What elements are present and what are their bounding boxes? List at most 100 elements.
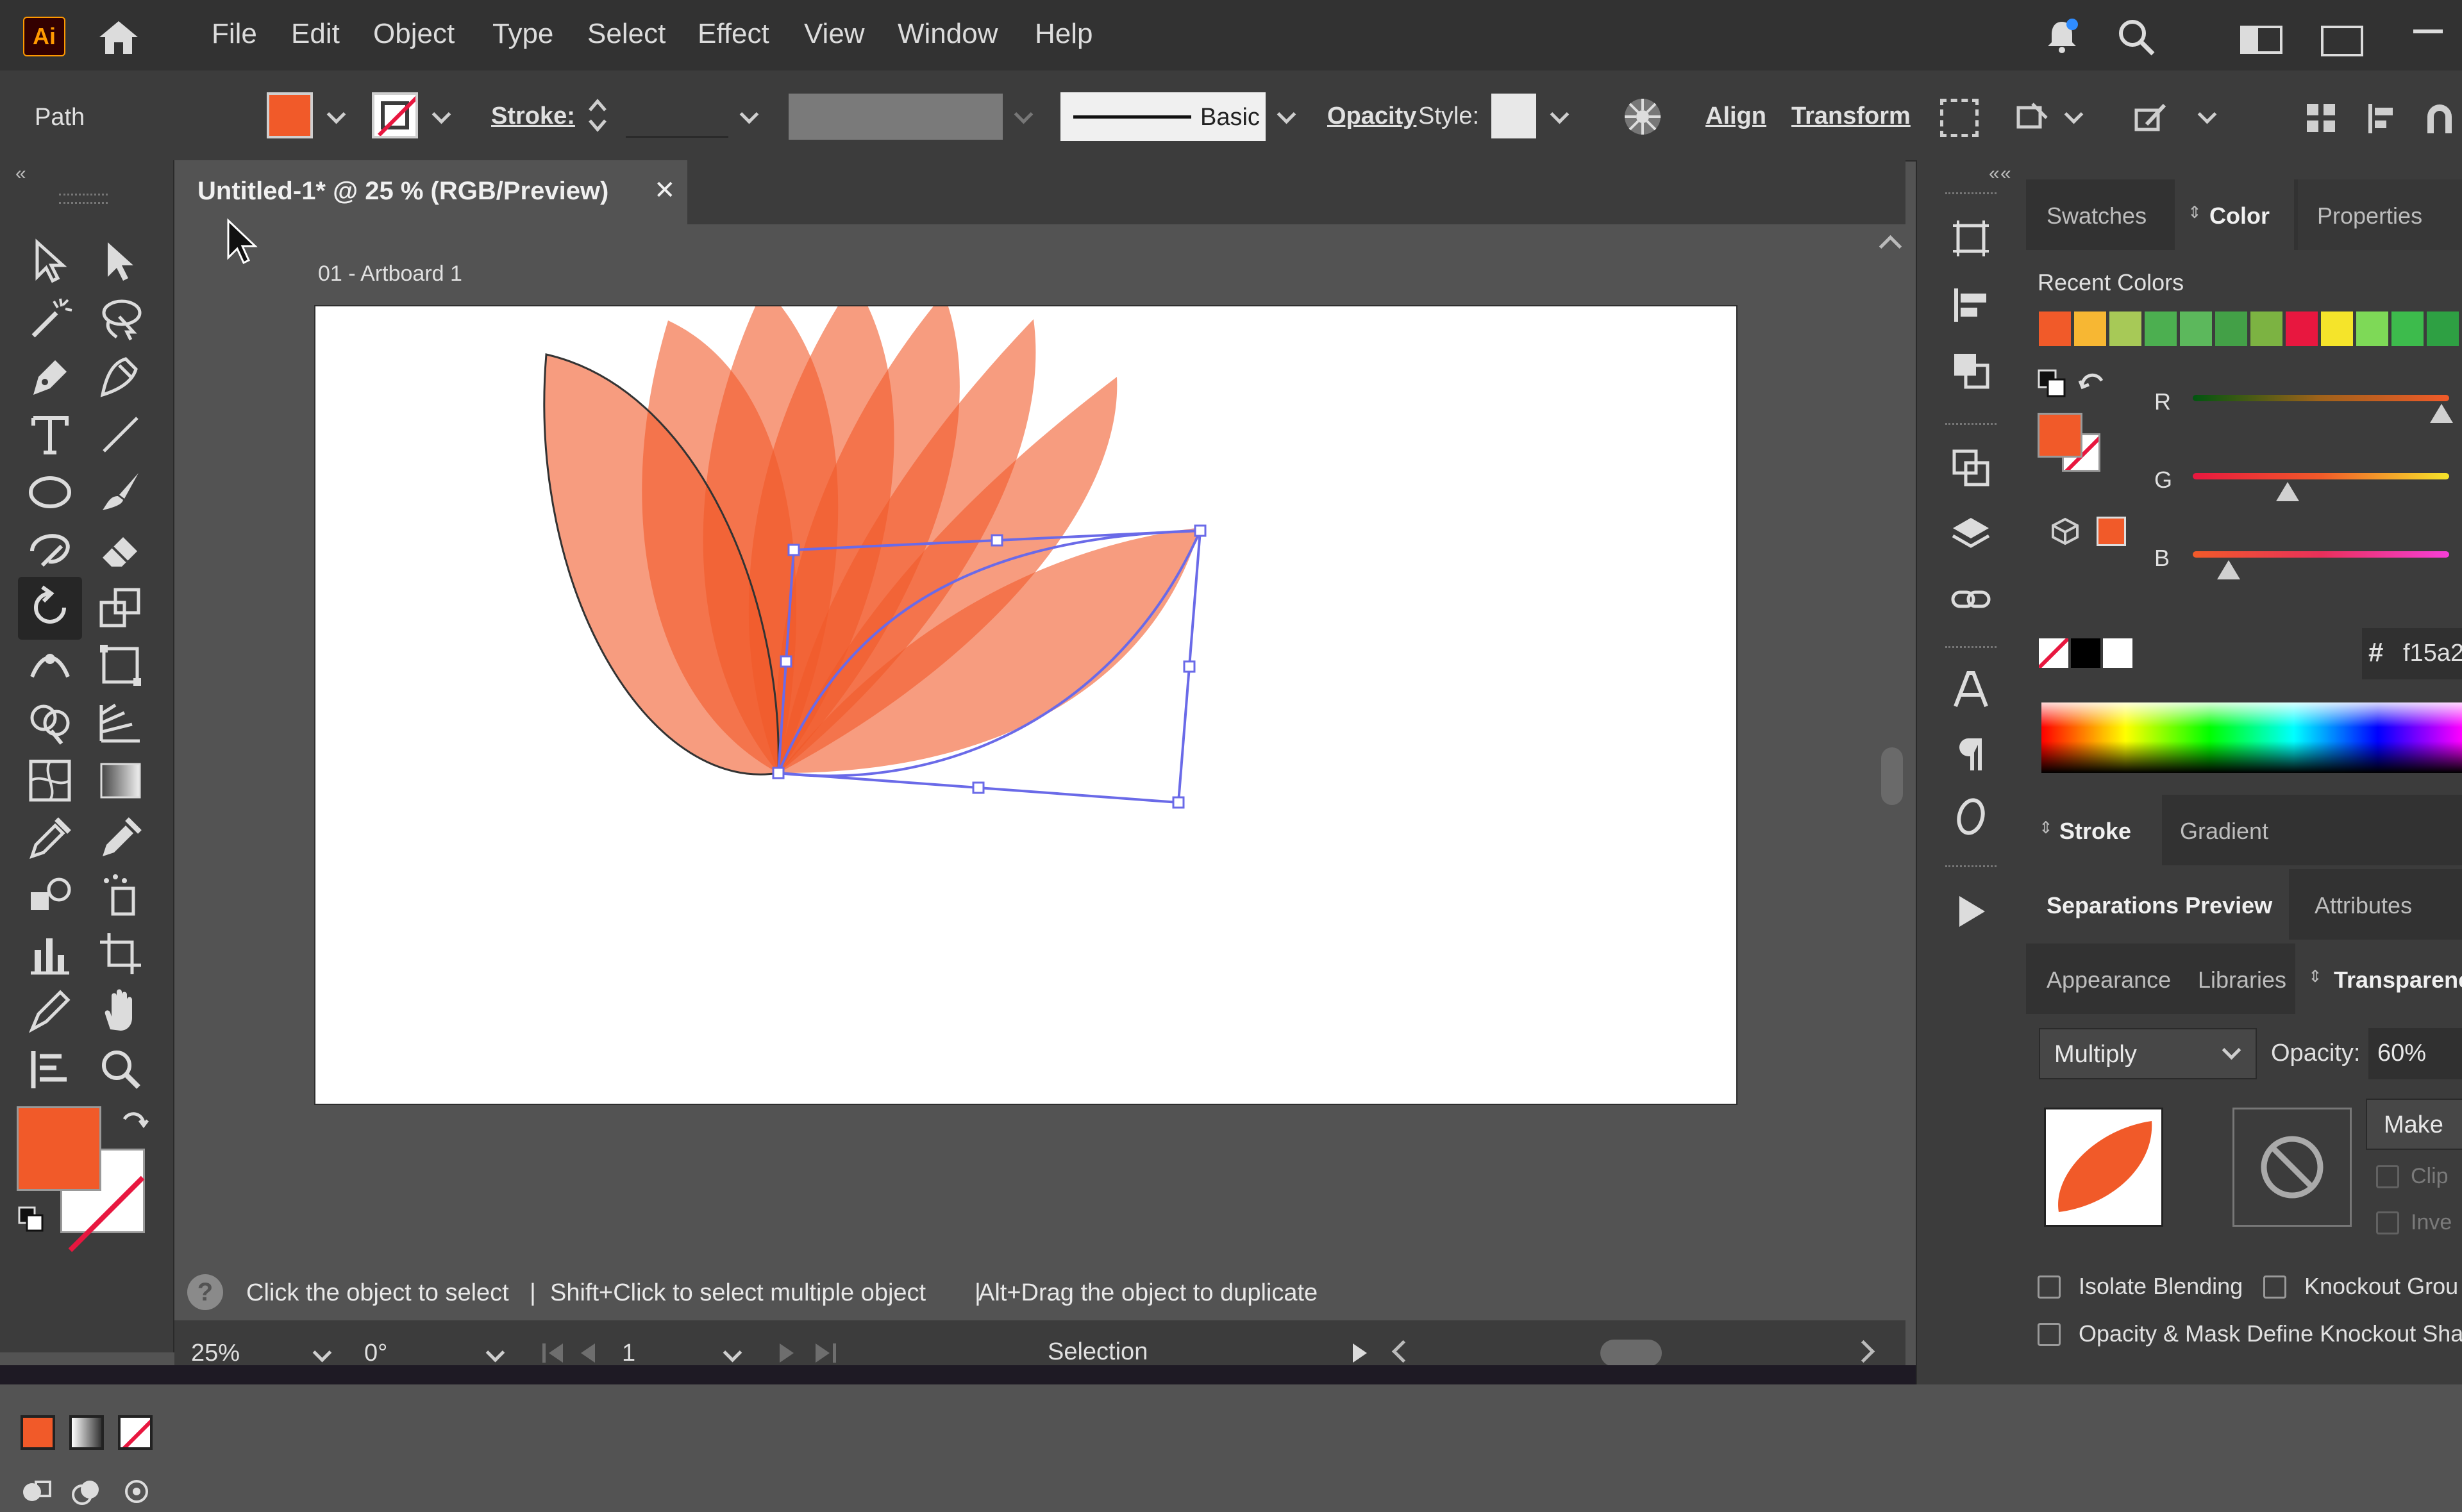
object-thumbnail[interactable]: [2044, 1108, 2163, 1227]
recent-color-swatch[interactable]: [2356, 312, 2388, 346]
r-slider-thumb[interactable]: [2430, 404, 2453, 423]
collapse-panel-icon[interactable]: «: [2000, 163, 2011, 185]
drawing-mode-icon[interactable]: [19, 1474, 54, 1509]
scroll-right-icon[interactable]: [1852, 1340, 1875, 1363]
stroke-weight-field[interactable]: [626, 94, 728, 138]
tab-gradient[interactable]: Gradient: [2180, 818, 2268, 845]
pathfinder-panel-icon[interactable]: [1950, 350, 1991, 391]
scale-tool-icon[interactable]: [94, 581, 147, 635]
none-color-swatch[interactable]: [2039, 638, 2068, 668]
rotate-tool-icon[interactable]: [23, 581, 77, 635]
stroke-label[interactable]: Stroke:: [491, 103, 575, 130]
artboard-tool-icon[interactable]: [94, 927, 147, 981]
type-tool-icon[interactable]: [23, 408, 77, 461]
edit-toolbar-icon[interactable]: [23, 1042, 77, 1096]
artboard[interactable]: [315, 306, 1736, 1104]
style-chevron-icon[interactable]: [1548, 104, 1573, 129]
distribute-icon[interactable]: [2304, 101, 2339, 136]
bell-icon[interactable]: [2043, 17, 2081, 55]
horizontal-scroll-thumb[interactable]: [1600, 1340, 1662, 1367]
shaper-tool-icon[interactable]: [23, 523, 77, 577]
zoom-tool-icon[interactable]: [94, 1042, 147, 1096]
recent-color-swatch[interactable]: [2039, 312, 2071, 346]
slice-tool-icon[interactable]: [23, 984, 77, 1038]
vertical-scroll-thumb[interactable]: [1881, 747, 1903, 805]
white-color-swatch[interactable]: [2103, 638, 2132, 668]
vertical-scrollbar[interactable]: [1879, 224, 1905, 1327]
collapse-toolbar-icon[interactable]: «: [15, 163, 26, 185]
last-artboard-icon[interactable]: [812, 1342, 837, 1364]
stroke-weight-stepper[interactable]: [585, 92, 610, 138]
opacity-link[interactable]: Opacity: [1327, 103, 1416, 130]
transform-link[interactable]: Transform: [1791, 103, 1911, 130]
dock-grip[interactable]: [1945, 192, 1997, 201]
previous-artboard-icon[interactable]: [578, 1342, 598, 1364]
tab-transparency[interactable]: Transparenc: [2334, 967, 2462, 993]
profile-chevron-icon[interactable]: [1012, 104, 1037, 129]
paintbrush-tool-icon[interactable]: [94, 465, 147, 519]
lasso-tool-icon[interactable]: [94, 292, 147, 346]
menu-type[interactable]: Type: [492, 18, 553, 50]
eyedropper-tool-icon[interactable]: [23, 811, 77, 865]
tab-properties[interactable]: Properties: [2317, 203, 2422, 229]
panel-default-colors-icon[interactable]: [2036, 368, 2067, 399]
column-graph-tool-icon[interactable]: [23, 927, 77, 981]
lotus-artwork[interactable]: [315, 306, 1736, 1104]
actions-panel-icon[interactable]: [1950, 891, 1991, 932]
recent-color-swatch[interactable]: [2250, 312, 2282, 346]
selection-tool-icon[interactable]: [23, 235, 77, 288]
out-of-web-color-icon[interactable]: [2050, 517, 2080, 546]
first-artboard-icon[interactable]: [541, 1342, 567, 1364]
g-slider-track[interactable]: [2193, 473, 2449, 479]
current-tool-name[interactable]: Selection: [1048, 1338, 1148, 1366]
align-link[interactable]: Align: [1705, 103, 1766, 130]
document-tab[interactable]: Untitled-1* @ 25 % (RGB/Preview) ✕: [174, 160, 687, 224]
workspace-icon[interactable]: [2321, 26, 2363, 56]
tab-attributes[interactable]: Attributes: [2315, 892, 2412, 919]
eyedropper-alt-tool-icon[interactable]: [94, 811, 147, 865]
artboard-chevron-icon[interactable]: [721, 1342, 746, 1368]
menu-object[interactable]: Object: [373, 18, 455, 50]
recent-color-swatch[interactable]: [2391, 312, 2424, 346]
menu-edit[interactable]: Edit: [291, 18, 340, 50]
tab-libraries[interactable]: Libraries: [2198, 967, 2286, 993]
hex-field[interactable]: # f15a2: [2362, 628, 2462, 679]
stroke-dropdown-chevron-icon[interactable]: [430, 104, 455, 129]
minimize-icon[interactable]: [2413, 29, 2443, 33]
menu-select[interactable]: Select: [587, 18, 666, 50]
align-left-edges-icon[interactable]: [2366, 101, 2400, 136]
gradient-tool-icon[interactable]: [94, 754, 147, 808]
links-panel-icon[interactable]: [1950, 579, 1991, 620]
blend-mode-select[interactable]: Multiply: [2039, 1028, 2257, 1079]
menu-view[interactable]: View: [804, 18, 865, 50]
toolbar-grip[interactable]: [59, 194, 108, 204]
tab-stroke[interactable]: Stroke: [2059, 818, 2131, 845]
hand-tool-icon[interactable]: [94, 984, 147, 1038]
tab-color-expand-icon[interactable]: ⇕: [2188, 203, 2202, 222]
variable-width-profile[interactable]: [789, 94, 1003, 140]
align-options-chevron-icon[interactable]: [2062, 104, 2088, 129]
dock-grip-3[interactable]: [1945, 646, 1997, 654]
width-tool-icon[interactable]: [23, 638, 77, 692]
tab-stroke-expand-icon[interactable]: ⇕: [2039, 818, 2053, 838]
zoom-chevron-icon[interactable]: [310, 1342, 336, 1368]
dock-grip-4[interactable]: [1945, 865, 1997, 874]
isolate-blending-checkbox[interactable]: [2038, 1275, 2061, 1299]
fill-swatch[interactable]: [267, 92, 313, 138]
recent-color-swatch[interactable]: [2109, 312, 2141, 346]
magnet-icon[interactable]: [2422, 101, 2457, 136]
opentype-panel-icon[interactable]: [1950, 796, 1991, 837]
paragraph-panel-icon[interactable]: [1950, 733, 1991, 774]
stroke-weight-chevron-icon[interactable]: [737, 104, 763, 129]
fill-dropdown-chevron-icon[interactable]: [324, 104, 350, 129]
fill-color-box-front[interactable]: [17, 1106, 101, 1191]
ellipse-tool-icon[interactable]: [23, 465, 77, 519]
artboards-panel-icon[interactable]: [1950, 218, 1991, 259]
curvature-tool-icon[interactable]: [94, 350, 147, 404]
tab-color[interactable]: Color: [2209, 203, 2270, 229]
pen-tool-icon[interactable]: [23, 350, 77, 404]
opacity-field[interactable]: 60%: [2368, 1028, 2462, 1079]
blend-mode-chevron-icon[interactable]: [2220, 1040, 2245, 1065]
closest-web-color-swatch[interactable]: [2097, 517, 2126, 546]
tab-swatches[interactable]: Swatches: [2047, 203, 2147, 229]
